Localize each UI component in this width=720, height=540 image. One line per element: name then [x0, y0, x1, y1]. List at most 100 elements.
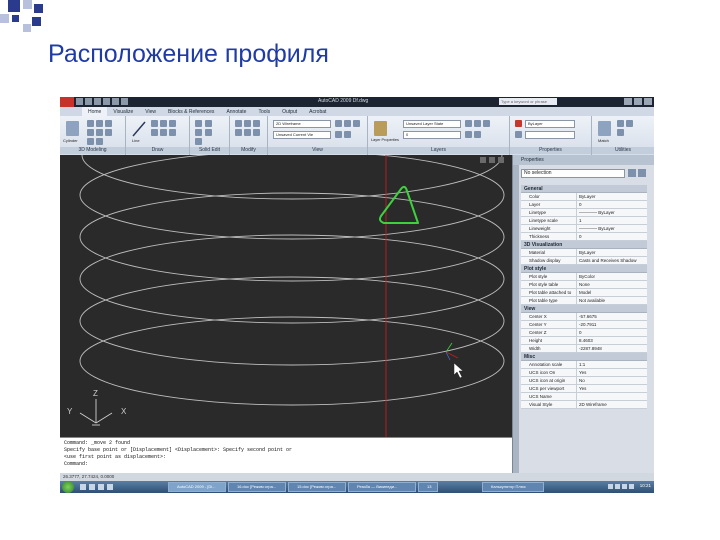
palette-strip[interactable]	[513, 165, 519, 473]
extrude-faces-icon[interactable]	[195, 120, 202, 127]
new-icon[interactable]	[76, 98, 83, 105]
property-row[interactable]: Plot style table None	[521, 281, 647, 289]
property-row[interactable]: UCS per viewport Yes	[521, 385, 647, 393]
shell-icon[interactable]	[195, 129, 202, 136]
property-value[interactable]: No	[577, 377, 647, 384]
property-row[interactable]: Width -2287.8948	[521, 345, 647, 353]
layer-state-select[interactable]: Unsaved Layer State	[403, 120, 461, 128]
property-value[interactable]: ByColor	[577, 273, 647, 280]
property-value[interactable]: -57.6675	[577, 313, 647, 320]
selection-select[interactable]: No selection	[521, 169, 625, 178]
tray-icon[interactable]	[615, 484, 620, 489]
select-objects-icon[interactable]	[638, 169, 646, 177]
visual-style-select[interactable]: 2D Wireframe	[273, 120, 331, 128]
property-value[interactable]: ByLayer	[577, 193, 647, 200]
tray-icon[interactable]	[622, 484, 627, 489]
viewport-close-icon[interactable]	[498, 157, 504, 163]
quick-launch-icon[interactable]	[89, 484, 95, 490]
taskbar-item-doc16[interactable]: 16.doc [Режим огра...	[228, 482, 286, 492]
align-icon[interactable]	[253, 120, 260, 127]
property-row[interactable]: Plot table type Not available	[521, 297, 647, 305]
property-value[interactable]: None	[577, 281, 647, 288]
measure-icon[interactable]	[617, 120, 624, 127]
property-row[interactable]: UCS icon at origin No	[521, 377, 647, 385]
tray-icon[interactable]	[629, 484, 634, 489]
tray-icon[interactable]	[608, 484, 613, 489]
spline-icon[interactable]	[169, 129, 176, 136]
rotate-icon[interactable]	[244, 120, 251, 127]
property-category[interactable]: Misc	[521, 353, 647, 361]
taskbar-item-group[interactable]: 13	[418, 482, 438, 492]
intersect-icon[interactable]	[105, 129, 112, 136]
property-value[interactable]: ———— ByLayer	[577, 225, 647, 232]
tab-visualize[interactable]: Visualize	[107, 107, 139, 116]
sweep-icon[interactable]	[105, 120, 112, 127]
close-icon[interactable]	[644, 98, 652, 105]
tab-view[interactable]: View	[139, 107, 162, 116]
copy-icon[interactable]	[235, 129, 242, 136]
property-category[interactable]: General	[521, 185, 647, 193]
property-value[interactable]: 8.4603	[577, 337, 647, 344]
union-icon[interactable]	[87, 129, 94, 136]
taskbar-item-autocad[interactable]: AutoCAD 2009 - [Di...	[168, 482, 226, 492]
linetype-icon[interactable]	[515, 131, 522, 138]
property-row[interactable]: Layer 0	[521, 201, 647, 209]
drawing-viewport[interactable]: Z Y X	[60, 155, 512, 437]
separate-icon[interactable]	[205, 120, 212, 127]
taskbar-item-doc15[interactable]: 15.doc [Режим огра...	[288, 482, 346, 492]
property-value[interactable]: Casts and Receives Shadow	[577, 257, 647, 264]
property-row[interactable]: Center X -57.6675	[521, 313, 647, 321]
circle-icon[interactable]	[160, 120, 167, 127]
taskbar-item-calculator[interactable]: Калькулятор Плюс	[482, 482, 544, 492]
revolve-icon[interactable]	[96, 120, 103, 127]
property-row[interactable]: UCS icon On Yes	[521, 369, 647, 377]
property-category[interactable]: Plot style	[521, 265, 647, 273]
property-value[interactable]: 0	[577, 329, 647, 336]
cylinder-icon[interactable]	[66, 121, 79, 136]
layer-properties-icon[interactable]	[374, 121, 387, 136]
property-category[interactable]: View	[521, 305, 647, 313]
start-button[interactable]	[62, 481, 74, 493]
taskbar-item-browser[interactable]: Резьба — Википеди...	[348, 482, 416, 492]
array-icon[interactable]	[253, 129, 260, 136]
imprint-icon[interactable]	[205, 129, 212, 136]
match-properties-icon[interactable]	[598, 121, 611, 136]
tab-blocks-references[interactable]: Blocks & References	[162, 107, 220, 116]
property-row[interactable]: Plot style ByColor	[521, 273, 647, 281]
property-row[interactable]: Center Y -20.7911	[521, 321, 647, 329]
minimize-icon[interactable]	[624, 98, 632, 105]
help-search-input[interactable]: Type a keyword or phrase	[499, 98, 557, 105]
property-value[interactable]	[577, 393, 647, 400]
pan-icon[interactable]	[335, 120, 342, 127]
save-icon[interactable]	[94, 98, 101, 105]
property-value[interactable]: 1	[577, 217, 647, 224]
property-row[interactable]: Height 8.4603	[521, 337, 647, 345]
tab-home[interactable]: Home	[82, 107, 108, 116]
walk-icon[interactable]	[344, 131, 351, 138]
tab-output[interactable]: Output	[276, 107, 303, 116]
hatch-icon[interactable]	[160, 129, 167, 136]
orbit-icon[interactable]	[353, 120, 360, 127]
property-value[interactable]: Model	[577, 289, 647, 296]
viewport-maximize-icon[interactable]	[489, 157, 495, 163]
property-row[interactable]: Plot table attached to Model	[521, 289, 647, 297]
current-layer-select[interactable]: 0	[403, 131, 461, 139]
quick-select-icon[interactable]	[628, 169, 636, 177]
layer-on-icon[interactable]	[465, 120, 472, 127]
property-value[interactable]: Not available	[577, 297, 647, 304]
property-row[interactable]: Shadow display Casts and Receives Shadow	[521, 257, 647, 265]
quick-launch-icon[interactable]	[98, 484, 104, 490]
property-row[interactable]: UCS Name	[521, 393, 647, 401]
polyline-icon[interactable]	[151, 120, 158, 127]
quick-calc-icon[interactable]	[617, 129, 624, 136]
property-row[interactable]: Thickness 0	[521, 233, 647, 241]
slice-icon[interactable]	[87, 138, 94, 145]
layer-lock-icon[interactable]	[483, 120, 490, 127]
arc-icon[interactable]	[169, 120, 176, 127]
line-icon[interactable]	[132, 121, 146, 137]
property-value[interactable]: 0	[577, 233, 647, 240]
property-row[interactable]: Visual Style 2D Wireframe	[521, 401, 647, 409]
property-row[interactable]: Annotation scale 1:1	[521, 361, 647, 369]
tab-annotate[interactable]: Annotate	[220, 107, 252, 116]
property-row[interactable]: Linetype ———— ByLayer	[521, 209, 647, 217]
